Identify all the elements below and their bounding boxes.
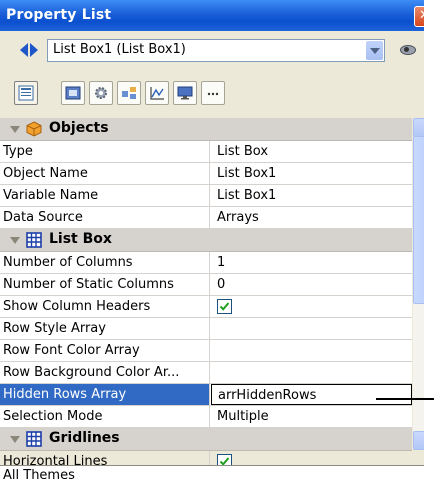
chart-icon[interactable]	[145, 81, 169, 105]
collapse-arrow-icon[interactable]	[10, 237, 20, 244]
theme-filter-bar[interactable]: All Themes	[0, 465, 424, 486]
section-title: Gridlines	[49, 430, 120, 446]
property-name: Row Style Array	[0, 318, 210, 339]
property-value[interactable]	[211, 362, 412, 383]
object-selector-value: List Box1 (List Box1)	[53, 42, 186, 57]
object-selector-dropdown[interactable]: List Box1 (List Box1)	[47, 39, 385, 62]
close-icon[interactable]: ✕	[414, 6, 424, 27]
callout-line	[376, 398, 434, 400]
chevron-down-icon[interactable]	[366, 41, 383, 60]
property-name: Variable Name	[0, 185, 210, 206]
collapse-arrow-icon[interactable]	[10, 126, 20, 133]
appearance-icon[interactable]	[61, 81, 85, 105]
property-value[interactable]: 0	[211, 274, 412, 295]
section-title: Objects	[49, 120, 109, 136]
property-value[interactable]: Arrays	[211, 207, 412, 228]
property-row[interactable]: Show Column Headers	[0, 296, 412, 318]
property-page-tabs	[0, 71, 424, 113]
property-row[interactable]: Object Name List Box1	[0, 163, 412, 185]
property-name: Number of Static Columns	[0, 274, 210, 295]
property-value[interactable]	[211, 318, 412, 339]
section-objects[interactable]: Objects	[0, 118, 412, 141]
more-icon[interactable]	[201, 81, 225, 105]
property-name: Row Font Color Array	[0, 340, 210, 361]
property-row[interactable]: Row Style Array	[0, 318, 412, 340]
left-right-arrows-icon[interactable]	[20, 43, 40, 57]
scroll-up-icon[interactable]	[413, 118, 424, 137]
collapse-arrow-icon[interactable]	[10, 436, 20, 443]
scrollbar-thumb[interactable]	[413, 136, 424, 304]
grid-table-icon	[26, 232, 42, 248]
property-value[interactable]	[211, 340, 412, 361]
property-name: Hidden Rows Array	[0, 384, 210, 405]
property-row[interactable]: Number of Columns 1	[0, 252, 412, 274]
property-row[interactable]: Number of Static Columns 0	[0, 274, 412, 296]
property-value[interactable]: List Box1	[211, 163, 412, 184]
settings-gear-icon[interactable]	[89, 81, 113, 105]
eye-icon[interactable]	[398, 44, 416, 56]
property-value[interactable]: List Box1	[211, 185, 412, 206]
section-list-box[interactable]: List Box	[0, 229, 412, 252]
property-row-selected[interactable]: Hidden Rows Array arrHiddenRows	[0, 384, 412, 406]
display-icon[interactable]	[173, 81, 197, 105]
property-name: Row Background Color Ar...	[0, 362, 210, 383]
property-value	[211, 296, 412, 317]
property-row[interactable]: Selection Mode Multiple	[0, 406, 412, 428]
scroll-down-icon[interactable]	[413, 431, 424, 450]
window-title: Property List	[6, 7, 112, 23]
properties-list-icon[interactable]	[14, 81, 38, 105]
property-name: Number of Columns	[0, 252, 210, 273]
property-value[interactable]: Multiple	[211, 406, 412, 427]
property-row[interactable]: Type List Box	[0, 141, 412, 163]
property-name: Show Column Headers	[0, 296, 210, 317]
section-gridlines[interactable]: Gridlines	[0, 428, 412, 451]
hidden-rows-array-input[interactable]: arrHiddenRows	[211, 384, 412, 405]
property-list-window: Property List ✕ List Box1 (List Box1)	[0, 0, 424, 486]
title-bar[interactable]: Property List ✕	[0, 0, 424, 31]
object-selector-row: List Box1 (List Box1)	[0, 31, 424, 71]
property-name: Data Source	[0, 207, 210, 228]
property-grid: Objects Type List Box Object Name List B…	[0, 118, 412, 473]
theme-filter-label: All Themes	[3, 468, 75, 483]
section-title: List Box	[49, 231, 112, 247]
property-name: Object Name	[0, 163, 210, 184]
objects-cube-icon	[26, 121, 42, 137]
objects-icon[interactable]	[117, 81, 141, 105]
property-row[interactable]: Row Background Color Ar...	[0, 362, 412, 384]
property-name: Type	[0, 141, 210, 162]
property-row[interactable]: Row Font Color Array	[0, 340, 412, 362]
property-row[interactable]: Variable Name List Box1	[0, 185, 412, 207]
show-column-headers-checkbox[interactable]	[217, 299, 232, 314]
property-value[interactable]: List Box	[211, 141, 412, 162]
property-value[interactable]: 1	[211, 252, 412, 273]
property-name: Selection Mode	[0, 406, 210, 427]
property-row[interactable]: Data Source Arrays	[0, 207, 412, 229]
grid-table-icon	[26, 431, 42, 447]
